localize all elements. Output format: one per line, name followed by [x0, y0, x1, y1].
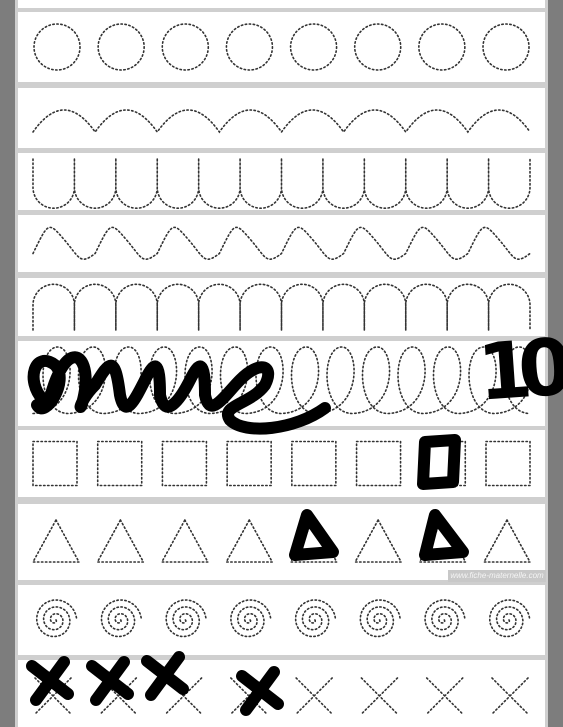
tracing-patterns	[18, 0, 545, 727]
worksheet-row	[18, 88, 545, 148]
worksheet-row	[18, 0, 545, 8]
worksheet-row	[18, 153, 545, 210]
worksheet-row	[18, 504, 545, 580]
worksheet-row	[18, 215, 545, 272]
worksheet-page	[15, 0, 548, 727]
worksheet-row	[18, 585, 545, 655]
watermark: www.fiche-maternelle.com	[448, 570, 546, 582]
worksheet-row	[18, 12, 545, 82]
handwritten-score: 10	[474, 323, 562, 419]
worksheet-row	[18, 430, 545, 497]
